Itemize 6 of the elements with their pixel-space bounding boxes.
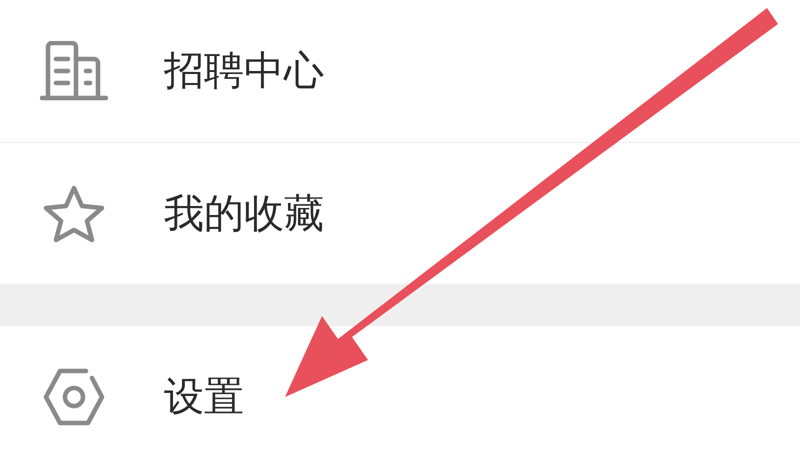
- star-icon: [42, 184, 106, 244]
- menu-item-label[interactable]: 设置: [164, 377, 244, 417]
- building-icon: [40, 41, 108, 101]
- menu-item-label[interactable]: 招聘中心: [164, 51, 324, 91]
- menu-item-label[interactable]: 我的收藏: [164, 194, 324, 234]
- settings-icon: [42, 368, 106, 426]
